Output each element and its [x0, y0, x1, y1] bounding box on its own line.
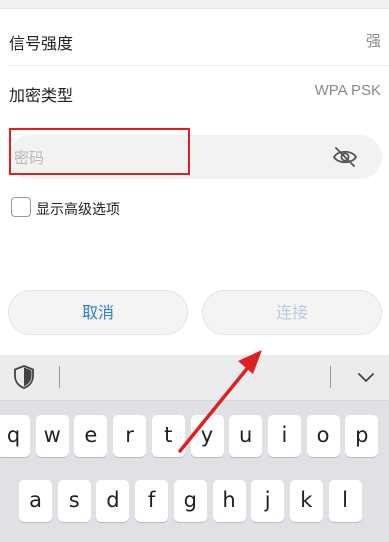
highlight-box-annotation [9, 128, 190, 175]
key-j[interactable]: j [251, 480, 285, 522]
key-w[interactable]: w [35, 415, 69, 457]
chevron-down-icon[interactable] [356, 368, 376, 386]
key-o[interactable]: o [306, 415, 340, 457]
key-p[interactable]: p [345, 415, 379, 457]
key-y[interactable]: y [190, 415, 224, 457]
encryption-type-label: 加密类型 [9, 86, 74, 105]
key-a[interactable]: a [19, 480, 52, 522]
key-k[interactable]: k [289, 480, 323, 522]
advanced-options-label[interactable]: 显示高级选项 [36, 199, 120, 219]
key-t[interactable]: t [151, 415, 185, 457]
key-f[interactable]: f [135, 480, 169, 522]
connect-button[interactable]: 连接 [202, 290, 382, 335]
keyboard: qwertyuiop asdfghjkl [0, 355, 389, 542]
top-divider [0, 0, 389, 9]
cancel-button[interactable]: 取消 [8, 290, 188, 335]
eye-slash-icon[interactable] [332, 145, 358, 169]
toolbar-divider [59, 366, 60, 388]
key-r[interactable]: r [113, 415, 147, 457]
signal-strength-value: 强 [365, 33, 381, 50]
shield-icon[interactable] [13, 365, 35, 389]
key-g[interactable]: g [173, 480, 207, 522]
toolbar-divider [330, 366, 331, 388]
key-s[interactable]: s [57, 480, 91, 522]
key-h[interactable]: h [212, 480, 246, 522]
keyboard-toolbar [0, 355, 389, 401]
advanced-options-checkbox[interactable] [11, 197, 31, 217]
key-e[interactable]: e [74, 415, 108, 457]
key-q[interactable]: q [0, 415, 30, 457]
key-d[interactable]: d [96, 480, 130, 522]
key-l[interactable]: l [328, 480, 362, 522]
signal-strength-row: 信号强度 强 [0, 14, 389, 66]
signal-strength-label: 信号强度 [9, 34, 74, 53]
key-i[interactable]: i [267, 415, 301, 457]
encryption-type-row: 加密类型 WPA PSK [0, 66, 389, 118]
key-u[interactable]: u [229, 415, 263, 457]
encryption-type-value: WPA PSK [314, 82, 381, 99]
